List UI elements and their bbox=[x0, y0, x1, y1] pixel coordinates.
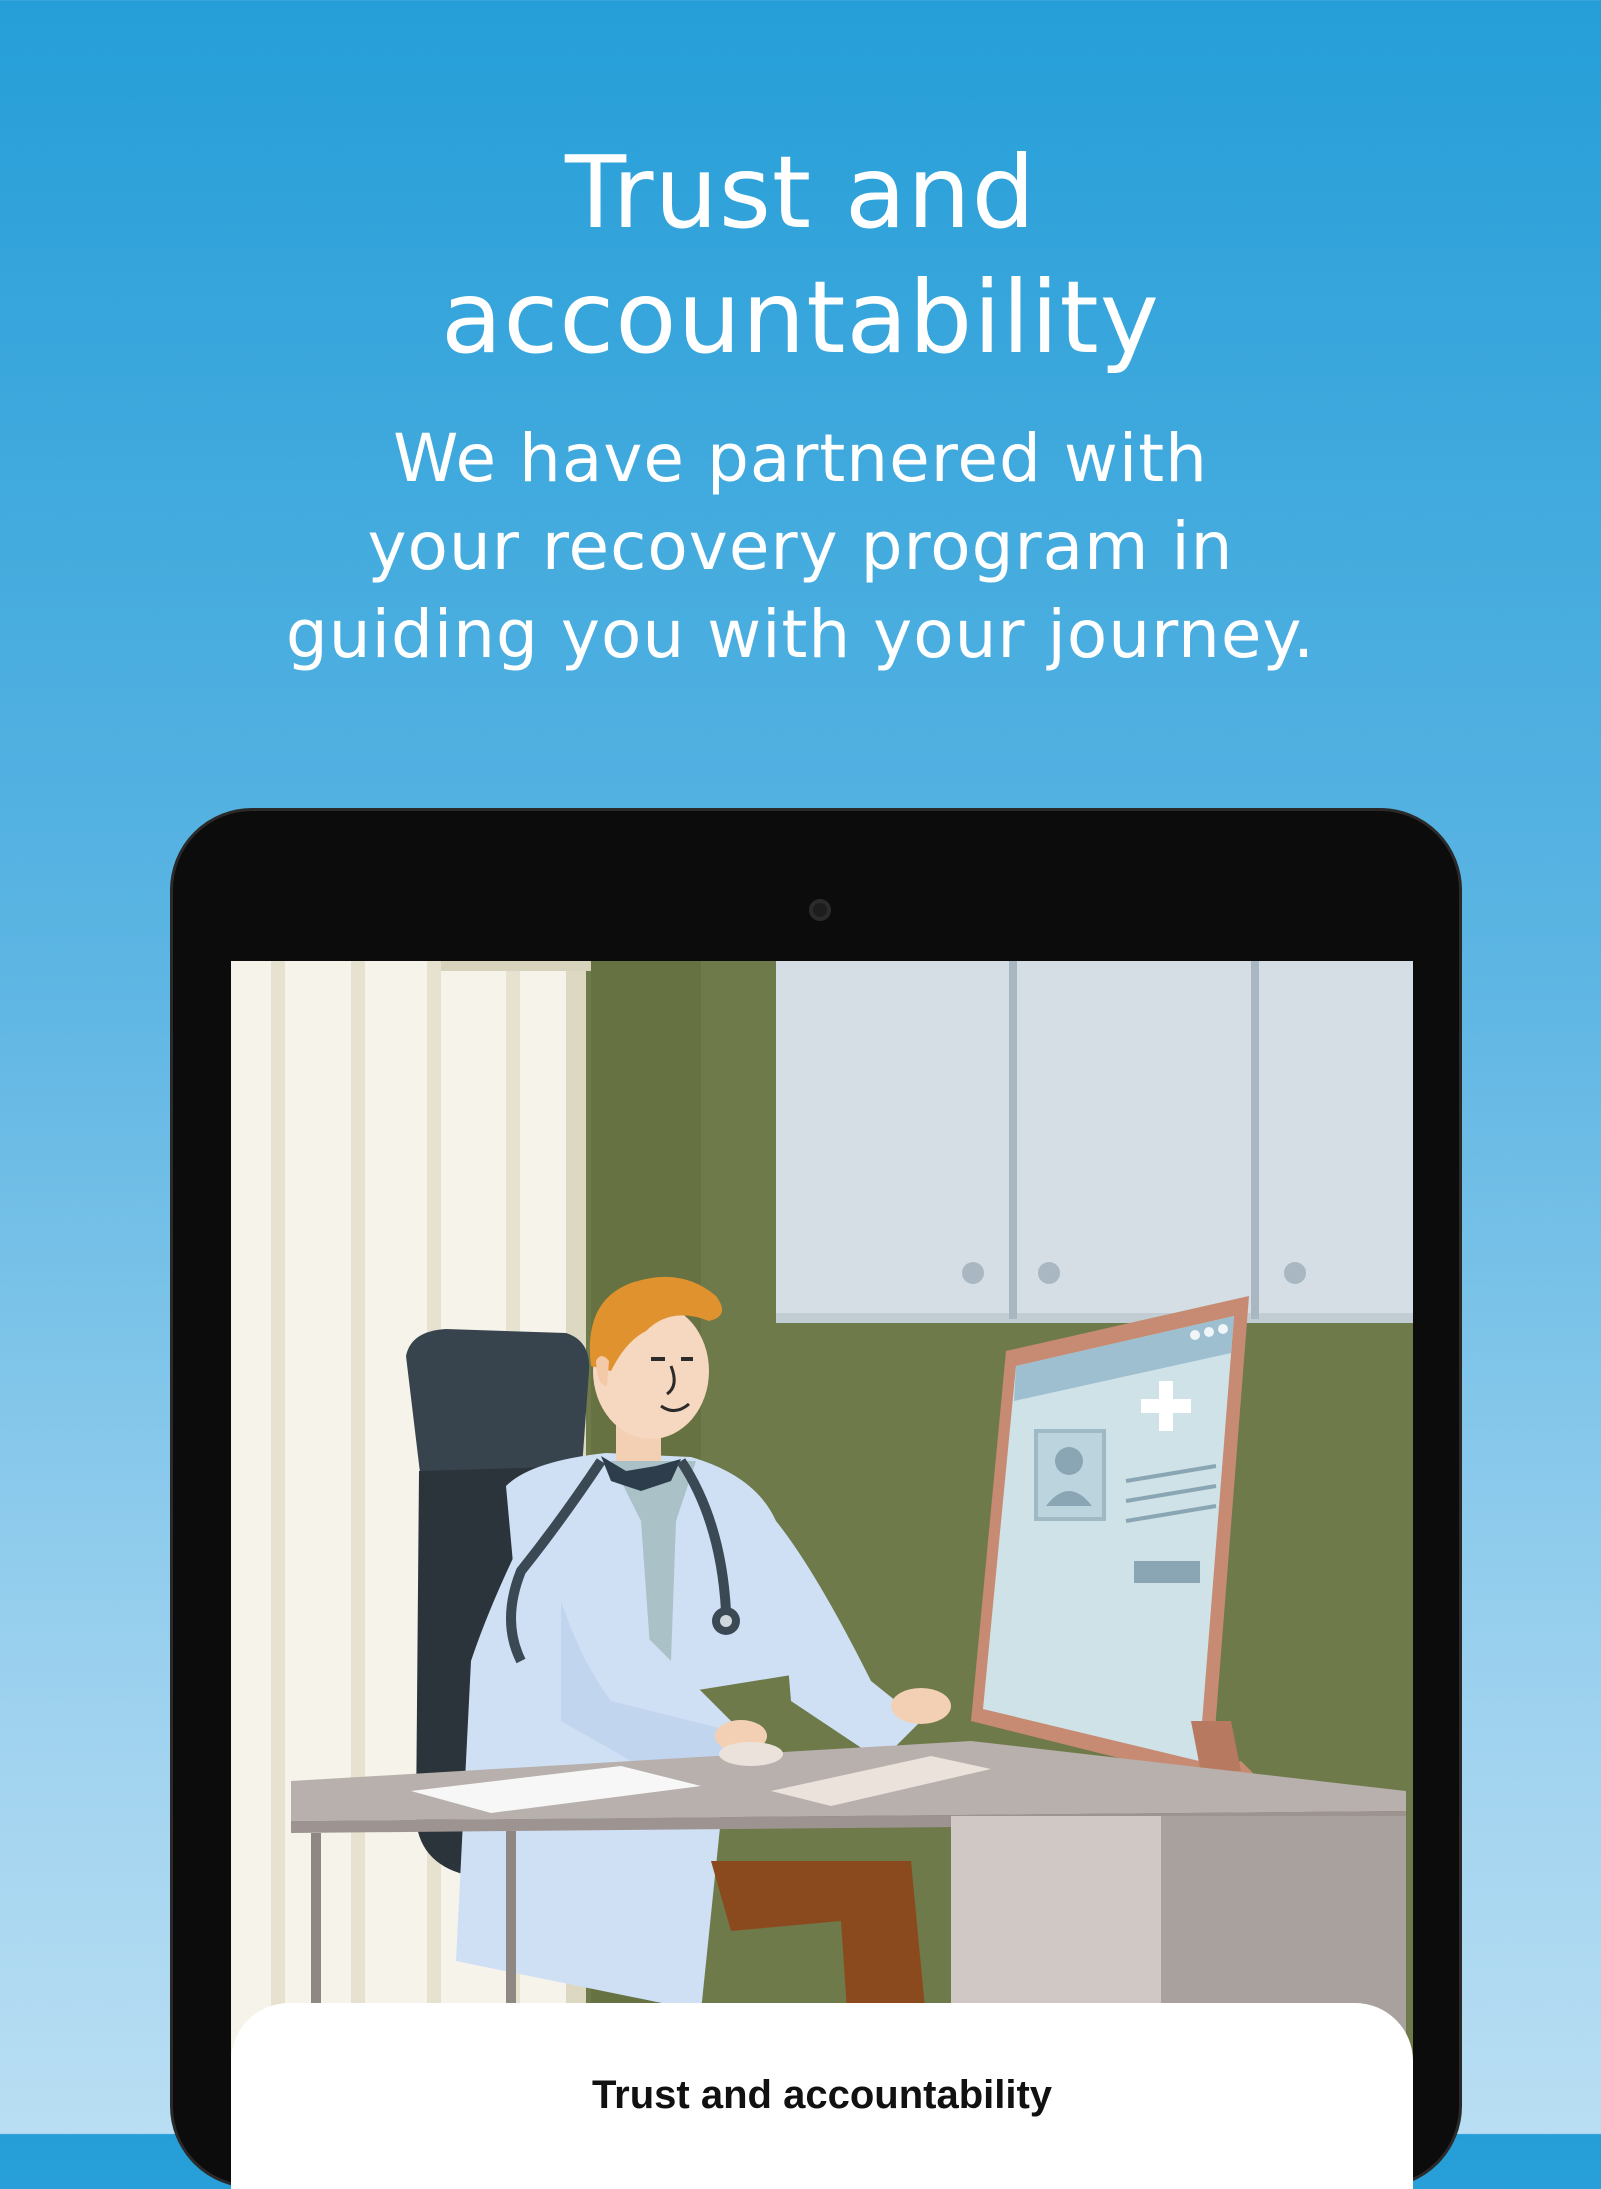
camera-icon bbox=[809, 899, 831, 921]
subtitle-line-2: your recovery program in bbox=[367, 508, 1234, 585]
bottom-sheet: Trust and accountability bbox=[231, 2003, 1413, 2189]
page-headline: Trust and accountability bbox=[0, 130, 1601, 380]
tablet-frame: Trust and accountability bbox=[170, 808, 1462, 2189]
headline-line-2: accountability bbox=[441, 259, 1160, 376]
wall-cabinets bbox=[776, 961, 1413, 1323]
subtitle-line-3: guiding you with your journey. bbox=[285, 596, 1316, 673]
doctor-at-desk-illustration bbox=[231, 961, 1413, 2071]
page-subtitle: We have partnered with your recovery pro… bbox=[200, 415, 1401, 679]
subtitle-line-1: We have partnered with bbox=[393, 420, 1208, 497]
desk-monitor bbox=[971, 1296, 1261, 1801]
tablet-screen: Trust and accountability bbox=[231, 961, 1413, 2189]
sheet-title: Trust and accountability bbox=[591, 2073, 1053, 2117]
headline-line-1: Trust and bbox=[564, 134, 1037, 251]
